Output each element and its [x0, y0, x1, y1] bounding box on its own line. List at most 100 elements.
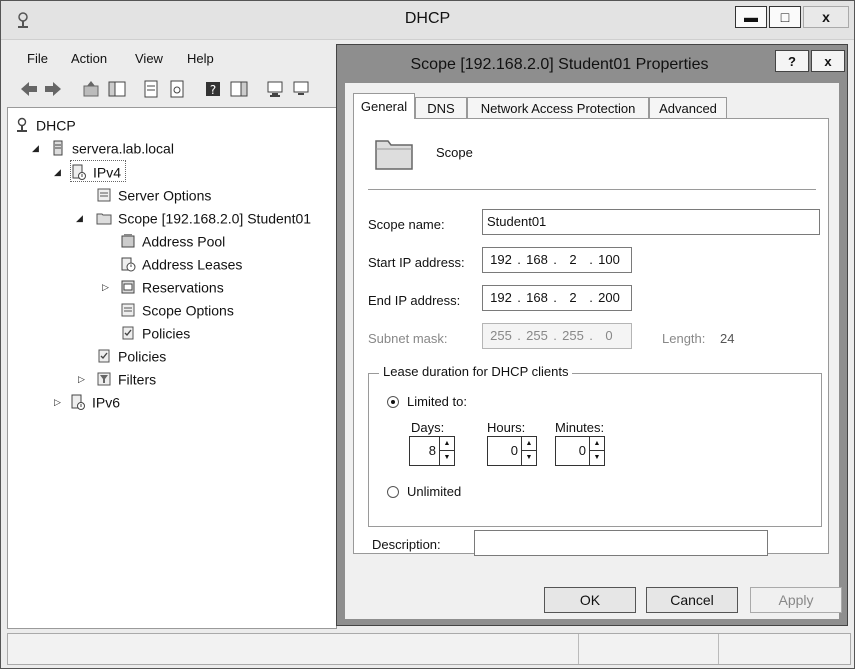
dialog-help-button[interactable]: ? — [775, 50, 809, 72]
cancel-button[interactable]: Cancel — [646, 587, 738, 613]
scope-options-icon — [121, 303, 135, 317]
spin-up-icon[interactable]: ▲ — [590, 437, 604, 451]
tree-item-filters[interactable]: Filters — [96, 368, 156, 388]
tab-general[interactable]: General — [353, 93, 415, 119]
menu-bar: File Action View Help — [1, 41, 341, 67]
tab-advanced[interactable]: Advanced — [649, 97, 727, 119]
start-ip-input[interactable]: 192 . 168 . 2 . 100 — [482, 247, 632, 273]
menu-file[interactable]: File — [27, 51, 48, 66]
spin-up-icon[interactable]: ▲ — [522, 437, 536, 451]
minutes-stepper[interactable]: 0 ▲ ▼ — [555, 436, 605, 466]
close-button[interactable]: x — [803, 6, 849, 28]
options-icon — [97, 188, 111, 202]
scope-header-label: Scope — [436, 145, 473, 160]
reservations-icon — [121, 280, 135, 294]
computer-icon[interactable] — [265, 79, 285, 99]
filter-icon — [97, 372, 111, 386]
policies-icon — [122, 326, 134, 340]
refresh-icon[interactable] — [167, 79, 187, 99]
ok-button[interactable]: OK — [544, 587, 636, 613]
limited-radio[interactable] — [387, 396, 399, 408]
length-label: Length: — [662, 331, 706, 346]
hours-stepper[interactable]: 0 ▲ ▼ — [487, 436, 537, 466]
description-label: Description: — [372, 537, 441, 552]
menu-view[interactable]: View — [135, 51, 163, 66]
subnet-mask-input: 255 . 255 . 255 . 0 — [482, 323, 632, 349]
action-pane-icon[interactable] — [229, 79, 249, 99]
expand-ipv6-icon[interactable]: ▷ — [54, 397, 64, 407]
properties-icon[interactable] — [141, 79, 161, 99]
spin-down-icon[interactable]: ▼ — [522, 451, 536, 465]
window-title: DHCP — [404, 10, 451, 27]
limited-label: Limited to: — [407, 394, 467, 409]
tab-dns[interactable]: DNS — [415, 97, 467, 119]
console-tree: DHCP ◢ servera.lab.local ◢ IPv4 Server O… — [7, 107, 337, 629]
separator — [368, 189, 816, 190]
lease-duration-legend: Lease duration for DHCP clients — [379, 364, 573, 379]
address-pool-icon — [121, 234, 135, 248]
expand-reservations-icon[interactable]: ▷ — [102, 282, 112, 292]
tree-item-dhcp[interactable]: DHCP — [14, 114, 76, 134]
unlimited-radio[interactable] — [387, 486, 399, 498]
end-ip-input[interactable]: 192 . 168 . 2 . 200 — [482, 285, 632, 311]
toolbar: ? — [9, 75, 339, 105]
collapse-server-icon[interactable]: ◢ — [32, 143, 42, 153]
tree-item-ipv4[interactable]: IPv4 — [70, 160, 127, 182]
tree-item-ipv6[interactable]: IPv6 — [70, 391, 120, 411]
dhcp-icon — [17, 118, 27, 133]
dialog-title-bar: Scope [192.168.2.0] Student01 Properties… — [337, 45, 847, 83]
tree-item-scope-policies[interactable]: Policies — [120, 322, 190, 342]
status-bar — [7, 633, 851, 665]
scope-name-label: Scope name: — [368, 217, 445, 232]
hours-label: Hours: — [487, 420, 526, 435]
tab-network-access-protection[interactable]: Network Access Protection — [467, 97, 649, 119]
collapse-scope-icon[interactable]: ◢ — [76, 213, 86, 223]
address-leases-icon — [121, 257, 136, 272]
days-stepper[interactable]: 8 ▲ ▼ — [409, 436, 455, 466]
start-ip-label: Start IP address: — [368, 255, 465, 270]
scope-name-input[interactable]: Student01 — [482, 209, 820, 235]
policies-icon — [98, 349, 110, 363]
general-tab-panel: Scope Scope name: Student01 Start IP add… — [353, 118, 829, 554]
back-icon[interactable] — [19, 79, 39, 99]
collapse-ipv4-icon[interactable]: ◢ — [54, 167, 64, 177]
spin-up-icon[interactable]: ▲ — [440, 437, 454, 451]
tree-item-scope[interactable]: Scope [192.168.2.0] Student01 — [96, 207, 311, 227]
tree-item-scope-options[interactable]: Scope Options — [120, 299, 234, 319]
minutes-label: Minutes: — [555, 420, 605, 435]
spin-down-icon[interactable]: ▼ — [440, 451, 454, 465]
folder-icon — [375, 140, 413, 170]
dialog-title: Scope [192.168.2.0] Student01 Properties — [410, 56, 709, 73]
ipv6-icon — [71, 394, 85, 411]
tree-item-reservations[interactable]: Reservations — [120, 276, 224, 296]
expand-filters-icon[interactable]: ▷ — [78, 374, 88, 384]
lease-duration-group: Lease duration for DHCP clients Limited … — [368, 364, 822, 527]
status-divider — [718, 634, 719, 664]
up-folder-icon[interactable] — [81, 79, 101, 99]
computer-icon[interactable] — [291, 79, 311, 99]
status-divider — [578, 634, 579, 664]
folder-icon — [96, 213, 112, 225]
dialog-close-button[interactable]: x — [811, 50, 845, 72]
forward-icon[interactable] — [43, 79, 63, 99]
menu-help[interactable]: Help — [187, 51, 214, 66]
tree-item-server-options[interactable]: Server Options — [96, 184, 211, 204]
tree-item-address-pool[interactable]: Address Pool — [120, 230, 225, 250]
help-icon[interactable]: ? — [203, 79, 223, 99]
tree-item-server[interactable]: servera.lab.local — [50, 137, 174, 157]
show-hide-tree-icon[interactable] — [107, 79, 127, 99]
description-input[interactable] — [474, 530, 768, 556]
minimize-button[interactable]: ▬ — [735, 6, 767, 28]
ipv4-icon — [72, 164, 86, 181]
tree-item-policies[interactable]: Policies — [96, 345, 166, 365]
spin-down-icon[interactable]: ▼ — [590, 451, 604, 465]
title-bar: DHCP ▬ □ x — [1, 1, 854, 40]
apply-button[interactable]: Apply — [750, 587, 842, 613]
menu-action[interactable]: Action — [71, 51, 107, 66]
subnet-mask-label: Subnet mask: — [368, 331, 448, 346]
maximize-button[interactable]: □ — [769, 6, 801, 28]
svg-text:?: ? — [210, 83, 216, 97]
end-ip-label: End IP address: — [368, 293, 461, 308]
tree-item-address-leases[interactable]: Address Leases — [120, 253, 242, 273]
server-icon — [53, 140, 63, 156]
